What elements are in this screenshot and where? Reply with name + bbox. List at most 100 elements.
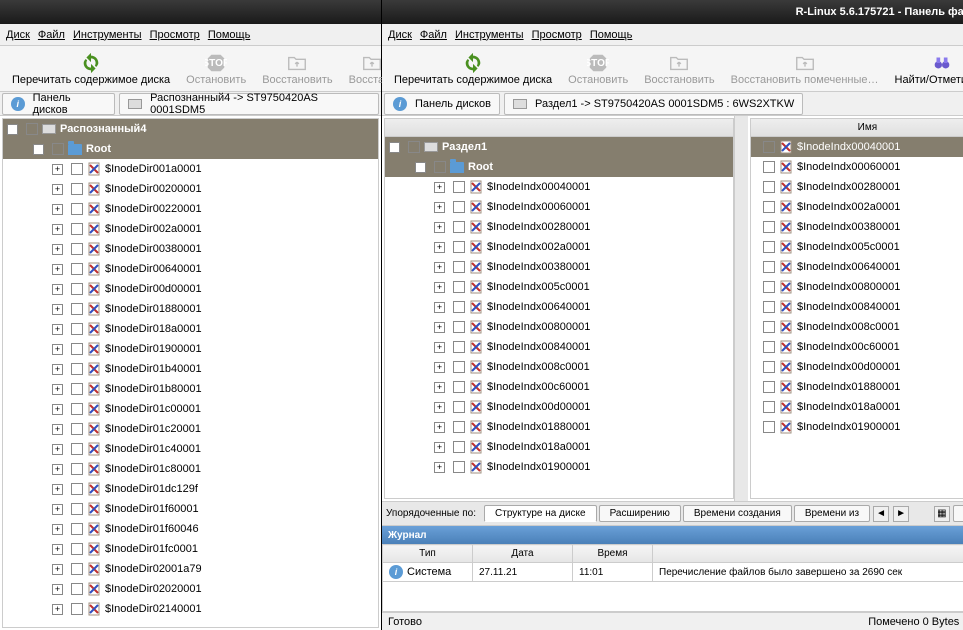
panel-disks-button[interactable]: iПанель дисков — [2, 93, 115, 115]
tree-folder-root[interactable]: −Root — [3, 139, 378, 159]
menu-help[interactable]: Помощь — [590, 29, 633, 41]
checkbox[interactable] — [453, 381, 465, 393]
expand-icon[interactable]: + — [52, 404, 63, 415]
checkbox[interactable] — [763, 221, 775, 233]
tab-mod-time[interactable]: Времени из — [794, 505, 870, 522]
tree-item[interactable]: +$InodeDir01c00001 — [3, 399, 378, 419]
menu-file[interactable]: Файл — [420, 29, 447, 41]
menu-disk[interactable]: Диск — [388, 29, 412, 41]
tab-next[interactable]: ► — [893, 506, 909, 522]
checkbox[interactable] — [763, 401, 775, 413]
expand-icon[interactable]: + — [52, 444, 63, 455]
menu-tools[interactable]: Инструменты — [455, 29, 524, 41]
tree-folder-root[interactable]: −Root — [385, 157, 733, 177]
restore-button[interactable]: Восстановить — [254, 48, 340, 90]
restore-button[interactable]: Восстановить — [636, 48, 722, 90]
tree-item[interactable]: +$InodeIndx00060001 — [385, 197, 733, 217]
checkbox[interactable] — [71, 323, 83, 335]
tree-item[interactable]: +$InodeDir002a0001 — [3, 219, 378, 239]
checkbox[interactable] — [453, 461, 465, 473]
menu-help[interactable]: Помощь — [208, 29, 251, 41]
menu-tools[interactable]: Инструменты — [73, 29, 142, 41]
tree-item[interactable]: +$InodeIndx01880001 — [385, 417, 733, 437]
menu-file[interactable]: Файл — [38, 29, 65, 41]
tab-disk-structure[interactable]: Структуре на диске — [484, 505, 597, 522]
stop-button[interactable]: Остановить — [560, 48, 636, 90]
path-button[interactable]: Распознанный4 -> ST9750420AS 0001SDM5 — [119, 93, 379, 115]
tree-item[interactable]: +$InodeDir01dc129f — [3, 479, 378, 499]
checkbox[interactable] — [453, 241, 465, 253]
tree-item[interactable]: +$InodeIndx00840001 — [385, 337, 733, 357]
tree-item[interactable]: +$InodeDir00640001 — [3, 259, 378, 279]
expand-icon[interactable]: + — [434, 242, 445, 253]
path-button[interactable]: Раздел1 -> ST9750420AS 0001SDM5 : 6WS2XT… — [504, 93, 803, 115]
tree-item[interactable]: +$InodeIndx00380001 — [385, 257, 733, 277]
checkbox[interactable] — [71, 423, 83, 435]
expand-icon[interactable]: + — [434, 282, 445, 293]
tree-item[interactable]: +$InodeIndx005c0001 — [385, 277, 733, 297]
list-item[interactable]: $InodeIndx00380001 — [751, 217, 963, 237]
checkbox[interactable] — [71, 483, 83, 495]
expand-icon[interactable]: + — [434, 402, 445, 413]
list-item[interactable]: $InodeIndx00060001 — [751, 157, 963, 177]
expand-icon[interactable]: + — [52, 344, 63, 355]
tree-item[interactable]: +$InodeIndx008c0001 — [385, 357, 733, 377]
expand-icon[interactable]: + — [434, 222, 445, 233]
expand-icon[interactable]: + — [52, 544, 63, 555]
expand-icon[interactable]: + — [434, 202, 445, 213]
list-item[interactable]: $InodeIndx008c0001 — [751, 317, 963, 337]
expand-icon[interactable]: + — [434, 462, 445, 473]
checkbox[interactable] — [71, 563, 83, 575]
log-col-date[interactable]: Дата — [473, 545, 573, 563]
expand-icon[interactable]: + — [434, 382, 445, 393]
checkbox[interactable] — [71, 363, 83, 375]
checkbox[interactable] — [71, 203, 83, 215]
checkbox[interactable] — [763, 181, 775, 193]
expand-icon[interactable]: + — [52, 164, 63, 175]
tree-item[interactable]: +$InodeDir00d00001 — [3, 279, 378, 299]
checkbox[interactable] — [26, 123, 38, 135]
checkbox[interactable] — [71, 603, 83, 615]
tree-item[interactable]: +$InodeDir01b40001 — [3, 359, 378, 379]
expand-icon[interactable]: − — [33, 144, 44, 155]
list-item[interactable]: $InodeIndx00040001 — [751, 137, 963, 157]
list-item[interactable]: $InodeIndx00280001 — [751, 177, 963, 197]
tree-item[interactable]: +$InodeDir01c20001 — [3, 419, 378, 439]
list-item[interactable]: $InodeIndx00d00001 — [751, 357, 963, 377]
checkbox[interactable] — [763, 341, 775, 353]
expand-icon[interactable]: + — [52, 524, 63, 535]
list-item[interactable]: $InodeIndx01880001 — [751, 377, 963, 397]
checkbox[interactable] — [71, 443, 83, 455]
tab-extension[interactable]: Расширению — [599, 505, 681, 522]
checkbox[interactable] — [71, 163, 83, 175]
tree-item[interactable]: +$InodeDir01f60001 — [3, 499, 378, 519]
checkbox[interactable] — [453, 321, 465, 333]
checkbox[interactable] — [71, 543, 83, 555]
checkbox[interactable] — [763, 381, 775, 393]
tab-prev[interactable]: ◄ — [873, 506, 889, 522]
checkbox[interactable] — [763, 421, 775, 433]
tree-item[interactable]: +$InodeDir01880001 — [3, 299, 378, 319]
expand-icon[interactable]: + — [434, 262, 445, 273]
tree-item[interactable]: +$InodeDir02001a79 — [3, 559, 378, 579]
checkbox[interactable] — [453, 361, 465, 373]
checkbox[interactable] — [453, 221, 465, 233]
checkbox[interactable] — [453, 181, 465, 193]
column-header-name[interactable]: Имя — [751, 119, 963, 137]
expand-icon[interactable]: + — [52, 244, 63, 255]
list-item[interactable]: $InodeIndx00840001 — [751, 297, 963, 317]
expand-icon[interactable]: + — [52, 304, 63, 315]
checkbox[interactable] — [71, 183, 83, 195]
expand-icon[interactable]: + — [52, 584, 63, 595]
menu-disk[interactable]: Диск — [6, 29, 30, 41]
tree-item[interactable]: +$InodeDir02140001 — [3, 599, 378, 619]
checkbox[interactable] — [763, 261, 775, 273]
checkbox[interactable] — [453, 401, 465, 413]
checkbox[interactable] — [763, 281, 775, 293]
checkbox[interactable] — [52, 143, 64, 155]
checkbox[interactable] — [453, 441, 465, 453]
expand-icon[interactable]: + — [434, 442, 445, 453]
stop-button[interactable]: Остановить — [178, 48, 254, 90]
checkbox[interactable] — [434, 161, 446, 173]
checkbox[interactable] — [453, 281, 465, 293]
